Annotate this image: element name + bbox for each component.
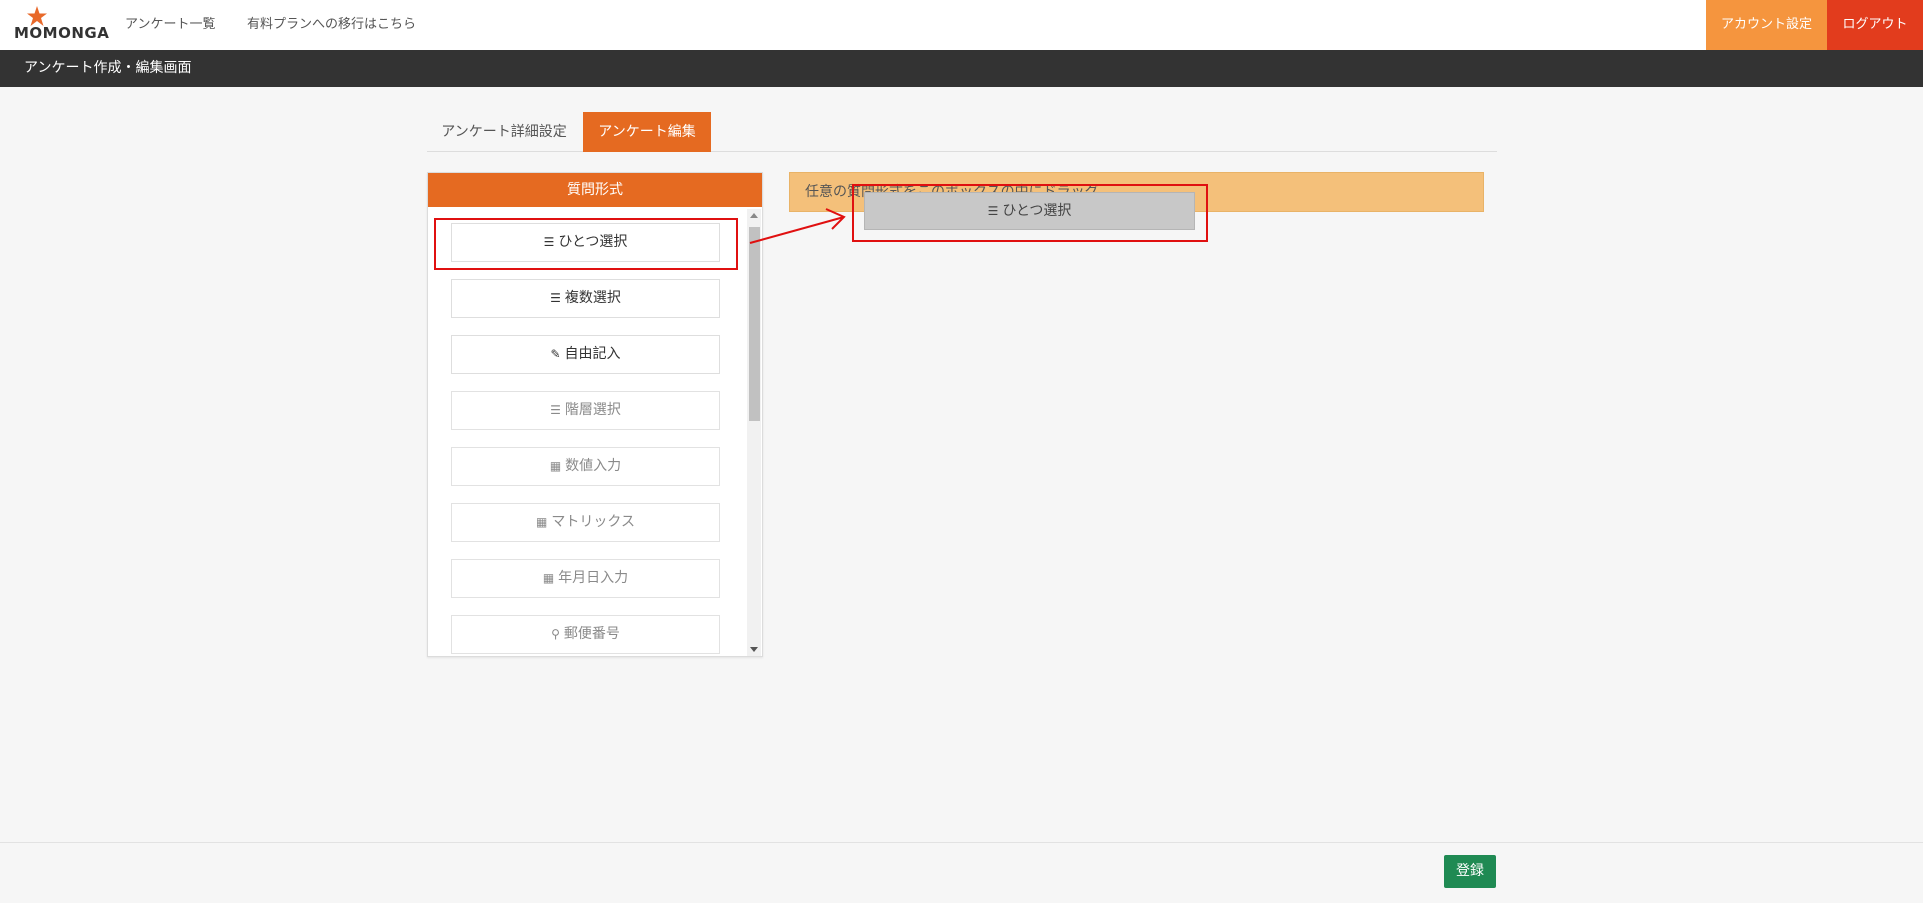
page-title: アンケート作成・編集画面	[0, 50, 1923, 87]
indent-icon: ☰	[550, 403, 561, 417]
pencil-icon: ✎	[550, 347, 561, 361]
question-type-panel-title: 質問形式	[428, 173, 762, 207]
annotation-highlight-source	[434, 218, 738, 270]
scroll-thumb[interactable]	[749, 227, 760, 421]
momonga-logo[interactable]: MOMONGA	[14, 6, 109, 42]
table-icon: ▦	[536, 515, 548, 529]
footer-bar	[0, 842, 1923, 903]
question-type-multiple-choice[interactable]: ☰ 複数選択	[451, 279, 720, 318]
account-settings-button[interactable]: アカウント設定	[1706, 0, 1827, 50]
register-button[interactable]: 登録	[1444, 855, 1496, 888]
list-ol-icon: ☰	[550, 291, 561, 305]
question-type-free-text[interactable]: ✎ 自由記入	[451, 335, 720, 374]
question-type-postal-code[interactable]: ⚲ 郵便番号	[451, 615, 720, 654]
logo-text: MOMONGA	[14, 24, 110, 42]
nav-survey-list-link[interactable]: アンケート一覧	[125, 0, 215, 50]
calendar-icon: ▦	[542, 571, 555, 585]
top-navbar: MOMONGA アンケート一覧 有料プランへの移行はこちら アカウント設定 ログ…	[0, 0, 1923, 50]
panel-scrollbar[interactable]	[747, 209, 761, 656]
question-type-matrix[interactable]: ▦ マトリックス	[451, 503, 720, 542]
nav-upgrade-plan-link[interactable]: 有料プランへの移行はこちら	[247, 0, 416, 50]
map-marker-icon: ⚲	[551, 627, 560, 641]
tab-bar: アンケート詳細設定 アンケート編集	[427, 112, 1497, 152]
scroll-down-arrow-icon[interactable]	[750, 647, 758, 652]
question-type-numeric[interactable]: ▦ 数値入力	[451, 447, 720, 486]
question-type-date[interactable]: ▦ 年月日入力	[451, 559, 720, 598]
calculator-icon: ▦	[549, 459, 562, 473]
annotation-highlight-target	[852, 184, 1208, 242]
annotation-arrow-icon	[749, 208, 846, 244]
logout-button[interactable]: ログアウト	[1827, 0, 1923, 50]
question-type-hierarchical[interactable]: ☰ 階層選択	[451, 391, 720, 430]
tab-survey-edit[interactable]: アンケート編集	[583, 112, 711, 152]
tab-survey-settings[interactable]: アンケート詳細設定	[427, 112, 581, 152]
